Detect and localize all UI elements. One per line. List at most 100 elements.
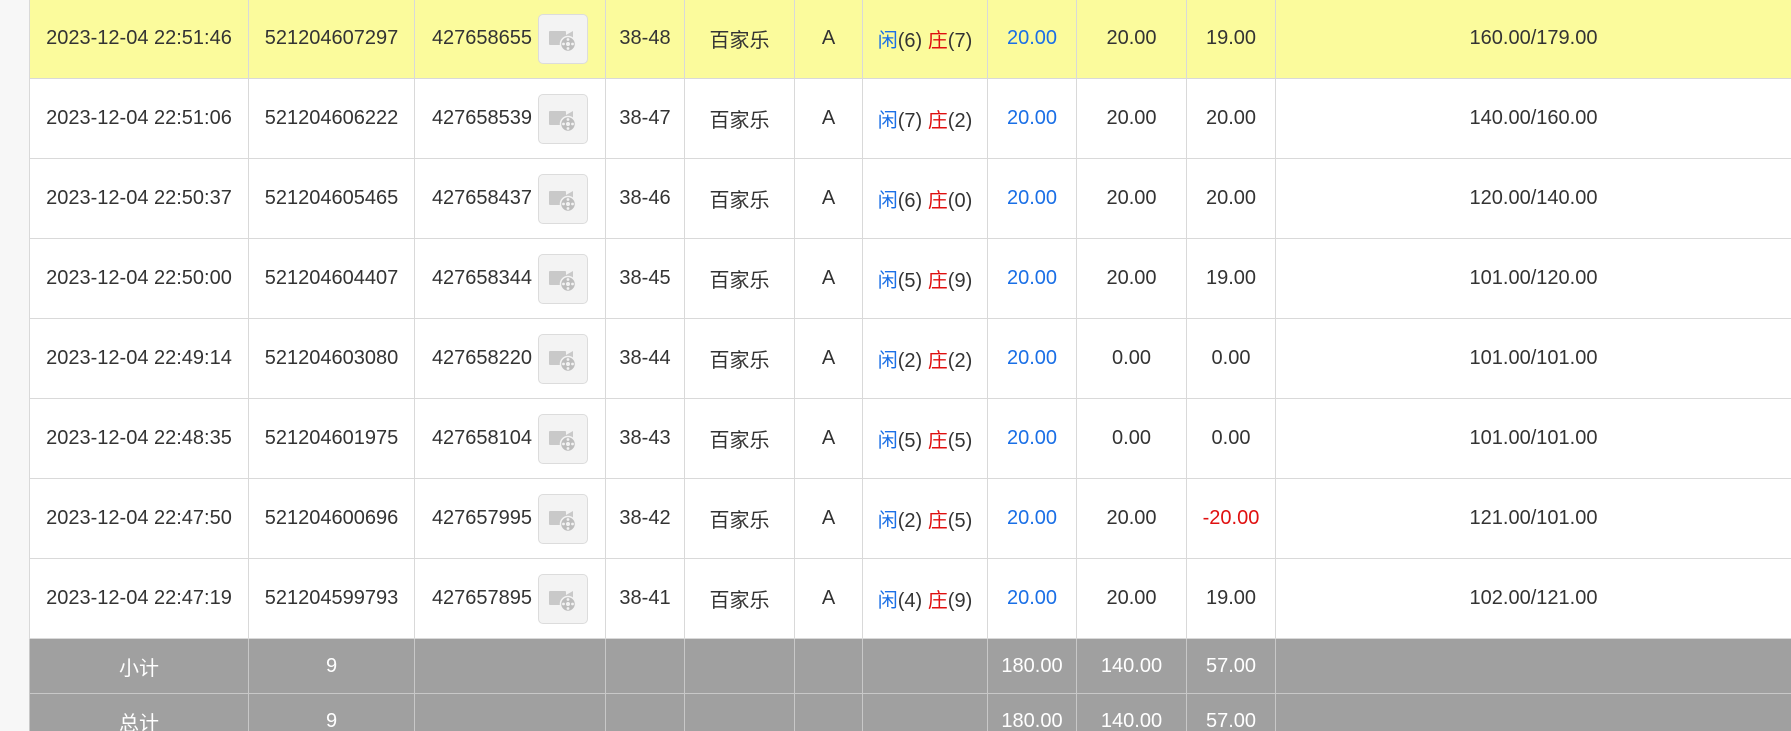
player-label: 闲 <box>877 350 898 372</box>
video-replay-icon[interactable] <box>538 253 589 304</box>
win-amount: 0.00 <box>1186 398 1276 479</box>
bet-time: 2023-12-04 22:49:14 <box>29 318 249 399</box>
result-cell: 闲(7) 庄(2) <box>862 78 988 159</box>
subtotal-win: 57.00 <box>1186 638 1276 694</box>
video-replay-icon[interactable] <box>538 173 589 224</box>
bet-records-page: 2023-12-04 22:51:46 521204607297 427658655… <box>0 0 1791 731</box>
video-replay-icon[interactable] <box>538 13 589 64</box>
video-replay-icon[interactable] <box>538 413 589 464</box>
video-replay-icon[interactable] <box>538 573 589 624</box>
game-name: 百家乐 <box>684 0 795 79</box>
table-name: A <box>794 78 863 159</box>
bet-id: 521204606222 <box>248 78 415 159</box>
table-row: 2023-12-04 22:48:35 521204601975 427658104… <box>29 398 1791 479</box>
shoe-number: 38-44 <box>605 318 685 399</box>
round-id: 427658220 <box>431 347 533 369</box>
player-points: (6) <box>897 30 923 52</box>
table-name: A <box>794 558 863 639</box>
bet-id: 521204600696 <box>248 478 415 559</box>
total-valid: 140.00 <box>1076 693 1187 731</box>
bet-time: 2023-12-04 22:51:06 <box>29 78 249 159</box>
result-cell: 闲(2) 庄(2) <box>862 318 988 399</box>
shoe-number: 38-48 <box>605 0 685 79</box>
result-cell: 闲(5) 庄(5) <box>862 398 988 479</box>
player-points: (6) <box>897 190 923 212</box>
round-cell: 427657995 <box>414 478 606 559</box>
result-cell: 闲(2) 庄(5) <box>862 478 988 559</box>
banker-label: 庄 <box>927 350 948 372</box>
bet-id: 521204605465 <box>248 158 415 239</box>
bet-amount: 20.00 <box>987 398 1077 479</box>
video-replay-icon[interactable] <box>538 333 589 384</box>
win-amount: 19.00 <box>1186 558 1276 639</box>
video-replay-icon[interactable] <box>538 93 589 144</box>
banker-label: 庄 <box>927 110 948 132</box>
total-bet: 180.00 <box>987 693 1077 731</box>
bet-time: 2023-12-04 22:47:50 <box>29 478 249 559</box>
subtotal-count: 9 <box>248 638 415 694</box>
win-amount: 19.00 <box>1186 238 1276 319</box>
win-amount: 19.00 <box>1186 0 1276 79</box>
player-label: 闲 <box>877 110 898 132</box>
balance-change: 140.00/160.00 <box>1275 78 1791 159</box>
round-cell: 427658437 <box>414 158 606 239</box>
win-amount: -20.00 <box>1186 478 1276 559</box>
table-row: 2023-12-04 22:50:37 521204605465 427658437… <box>29 158 1791 239</box>
round-cell: 427658104 <box>414 398 606 479</box>
valid-amount: 20.00 <box>1076 0 1187 79</box>
table-row: 2023-12-04 22:47:50 521204600696 427657995… <box>29 478 1791 559</box>
subtotal-valid: 140.00 <box>1076 638 1187 694</box>
shoe-number: 38-43 <box>605 398 685 479</box>
valid-amount: 20.00 <box>1076 78 1187 159</box>
win-amount: 20.00 <box>1186 78 1276 159</box>
table-name: A <box>794 478 863 559</box>
balance-change: 101.00/120.00 <box>1275 238 1791 319</box>
round-id: 427658655 <box>431 27 533 49</box>
valid-amount: 20.00 <box>1076 558 1187 639</box>
banker-label: 庄 <box>927 510 948 532</box>
round-id: 427657895 <box>431 587 533 609</box>
balance-change: 121.00/101.00 <box>1275 478 1791 559</box>
valid-amount: 0.00 <box>1076 398 1187 479</box>
player-label: 闲 <box>877 510 898 532</box>
player-label: 闲 <box>877 270 898 292</box>
banker-label: 庄 <box>927 270 948 292</box>
round-cell: 427658344 <box>414 238 606 319</box>
table-name: A <box>794 158 863 239</box>
banker-points: (0) <box>947 190 973 212</box>
subtotal-label: 小计 <box>29 638 249 694</box>
player-points: (2) <box>897 510 923 532</box>
subtotal-row: 小计 9 180.00 140.00 57.00 <box>29 638 1791 694</box>
table-name: A <box>794 238 863 319</box>
shoe-number: 38-42 <box>605 478 685 559</box>
round-cell: 427658539 <box>414 78 606 159</box>
bet-amount: 20.00 <box>987 238 1077 319</box>
banker-label: 庄 <box>927 30 948 52</box>
balance-change: 120.00/140.00 <box>1275 158 1791 239</box>
total-label: 总计 <box>29 693 249 731</box>
game-name: 百家乐 <box>684 238 795 319</box>
banker-points: (2) <box>947 350 973 372</box>
player-label: 闲 <box>877 30 898 52</box>
player-points: (4) <box>897 590 923 612</box>
banker-points: (5) <box>947 430 973 452</box>
bet-time: 2023-12-04 22:50:00 <box>29 238 249 319</box>
video-replay-icon[interactable] <box>538 493 589 544</box>
round-cell: 427658220 <box>414 318 606 399</box>
table-name: A <box>794 398 863 479</box>
valid-amount: 20.00 <box>1076 238 1187 319</box>
valid-amount: 20.00 <box>1076 478 1187 559</box>
bet-amount: 20.00 <box>987 158 1077 239</box>
bet-id: 521204599793 <box>248 558 415 639</box>
round-id: 427658104 <box>431 427 533 449</box>
bet-amount: 20.00 <box>987 318 1077 399</box>
bet-amount: 20.00 <box>987 0 1077 79</box>
total-win: 57.00 <box>1186 693 1276 731</box>
result-cell: 闲(6) 庄(7) <box>862 0 988 79</box>
bet-time: 2023-12-04 22:51:46 <box>29 0 249 79</box>
table-row: 2023-12-04 22:49:14 521204603080 427658220… <box>29 318 1791 399</box>
banker-points: (7) <box>947 30 973 52</box>
round-id: 427658437 <box>431 187 533 209</box>
banker-label: 庄 <box>927 590 948 612</box>
total-count: 9 <box>248 693 415 731</box>
